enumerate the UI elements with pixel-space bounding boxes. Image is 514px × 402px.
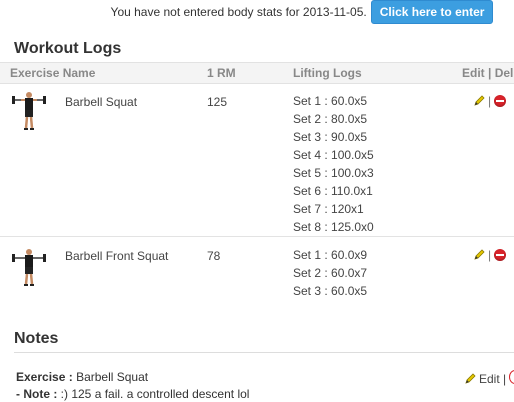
row-actions: | (473, 248, 507, 262)
notes-title: Notes (14, 330, 59, 347)
column-header-exercise: Exercise Name (10, 66, 96, 80)
set-entry: Set 7 : 120x1 (293, 202, 364, 216)
set-entry: Set 4 : 100.0x5 (293, 148, 374, 162)
note-edit-link[interactable]: Edit | (464, 372, 506, 386)
set-entry: Set 3 : 90.0x5 (293, 130, 368, 144)
column-header-lifting-logs: Lifting Logs (293, 66, 362, 80)
note-exercise-label: Exercise : (16, 370, 73, 384)
set-entry: Set 2 : 60.0x7 (293, 266, 368, 280)
set-entry: Set 6 : 110.0x1 (293, 184, 373, 198)
workout-logs-title: Workout Logs (14, 40, 122, 57)
set-entry: Set 5 : 100.0x3 (293, 166, 374, 180)
delete-icon[interactable] (494, 95, 507, 107)
delete-icon[interactable] (494, 249, 507, 261)
set-entry: Set 3 : 60.0x5 (293, 284, 368, 298)
enter-body-stats-button[interactable]: Click here to enter (370, 0, 494, 24)
notes-divider (14, 352, 514, 353)
workout-table-header: Exercise Name 1 RM Lifting Logs Edit | D… (0, 62, 514, 84)
note-body-line: - Note : :) 125 a fail. a controlled des… (16, 387, 249, 401)
body-stats-banner: You have not entered body stats for 2013… (0, 0, 514, 24)
squat-figure-icon (12, 92, 46, 130)
column-header-1rm: 1 RM (207, 66, 236, 80)
pencil-icon[interactable] (473, 95, 485, 107)
one-rm-value: 78 (207, 249, 221, 263)
exercise-name: Barbell Squat (65, 95, 138, 109)
one-rm-value: 125 (207, 95, 228, 109)
delete-icon[interactable] (509, 370, 514, 384)
set-list: Set 1 : 60.0x9 Set 2 : 60.0x7 Set 3 : 60… (293, 246, 367, 300)
squat-figure-icon (12, 249, 46, 286)
note-exercise-line: Exercise : Barbell Squat (16, 370, 148, 384)
note-edit-label[interactable]: Edit | (479, 372, 506, 386)
note-value: :) 125 a fail. a controlled descent lol (60, 387, 250, 401)
set-entry: Set 2 : 80.0x5 (293, 112, 368, 126)
column-header-edit-del: Edit | Del (462, 66, 514, 80)
pencil-icon[interactable] (464, 373, 476, 385)
set-entry: Set 1 : 60.0x9 (293, 248, 368, 262)
set-list: Set 1 : 60.0x5 Set 2 : 80.0x5 Set 3 : 90… (293, 92, 374, 236)
row-actions: | (473, 94, 507, 108)
exercise-name: Barbell Front Squat (65, 249, 169, 263)
set-entry: Set 8 : 125.0x0 (293, 220, 374, 234)
pencil-icon[interactable] (473, 249, 485, 261)
banner-message: You have not entered body stats for 2013… (110, 5, 367, 19)
note-exercise-value: Barbell Squat (76, 370, 149, 384)
note-label: - Note : (16, 387, 58, 401)
set-entry: Set 1 : 60.0x5 (293, 94, 368, 108)
